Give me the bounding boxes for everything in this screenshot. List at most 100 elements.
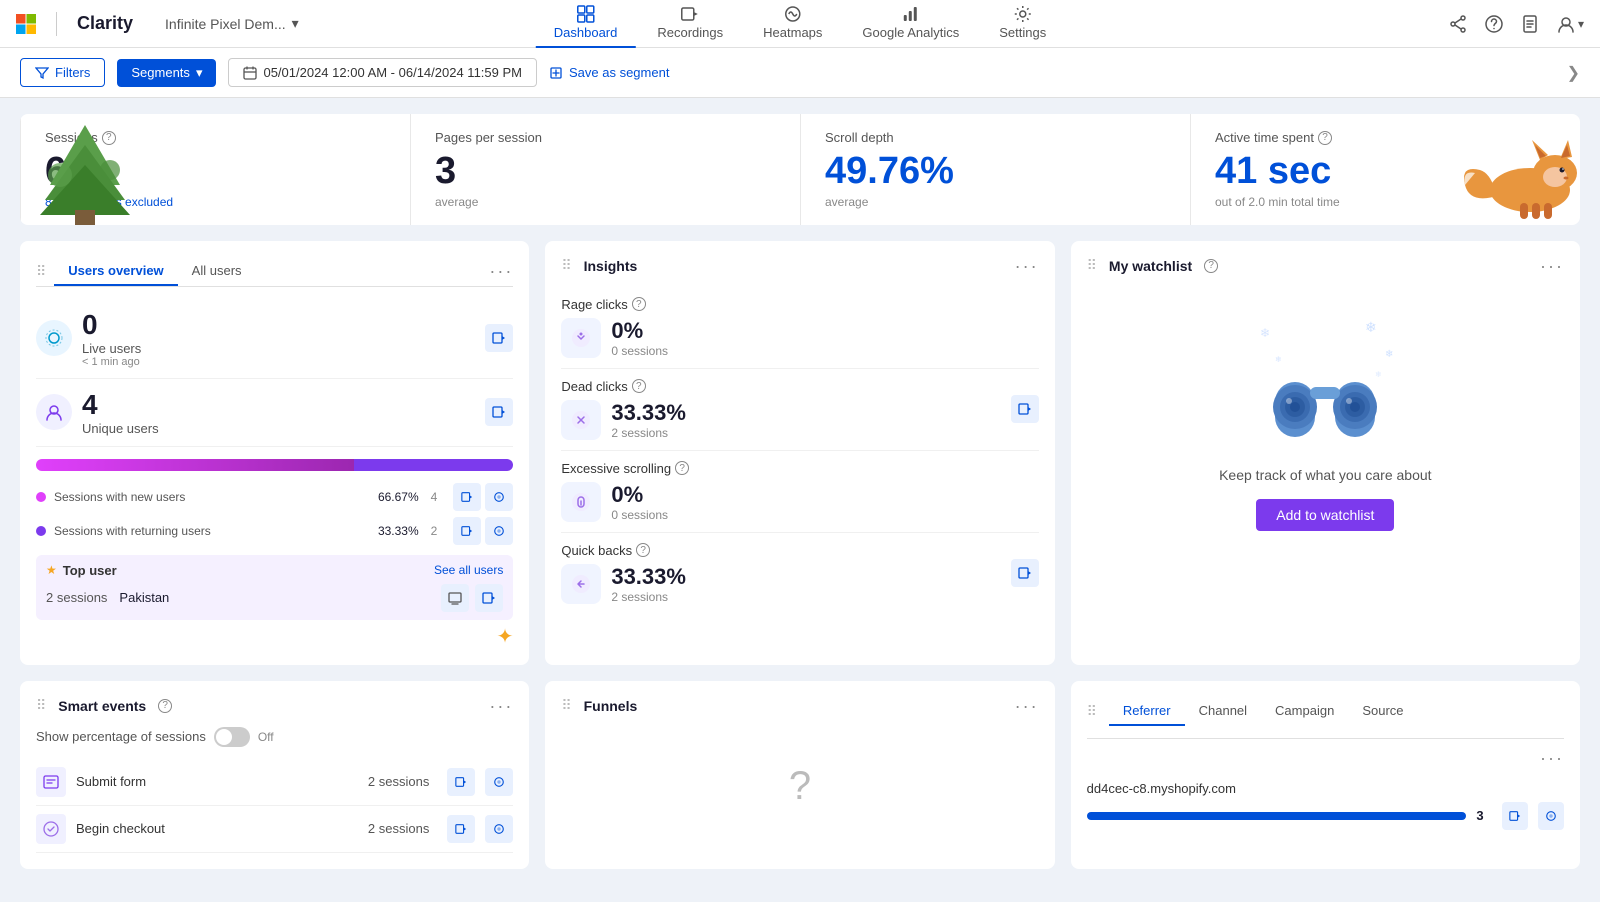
segments-button[interactable]: Segments ▾ <box>117 59 216 87</box>
expand-icon[interactable]: ❯ <box>1567 65 1580 82</box>
nav-google-analytics[interactable]: Google Analytics <box>844 0 977 48</box>
legend-returning-label: Sessions with returning users <box>54 524 211 538</box>
rage-clicks-info[interactable]: ? <box>632 297 646 311</box>
nav-dashboard[interactable]: Dashboard <box>536 0 636 48</box>
insights-drag-handle: ⠿ <box>561 257 571 274</box>
nav-settings-label: Settings <box>999 25 1046 40</box>
tab-all-users[interactable]: All users <box>178 257 256 286</box>
live-users-icon <box>36 320 72 356</box>
quick-backs-info[interactable]: ? <box>636 543 650 557</box>
watchlist-menu[interactable]: ··· <box>1540 257 1564 275</box>
scroll-depth-card: Scroll depth 49.76% average <box>800 114 1190 225</box>
funnels-title: Funnels <box>584 698 638 714</box>
stats-row: Sessions ? 6 8 bot sessions excluded Pag… <box>20 114 1580 225</box>
share-icon[interactable] <box>1448 14 1468 34</box>
live-users-label: Live users <box>82 341 141 356</box>
referrer-heatmap-btn[interactable] <box>1538 802 1564 830</box>
nav-recordings-label: Recordings <box>657 25 723 40</box>
dead-clicks-recording-btn[interactable] <box>1011 395 1039 423</box>
progress-returning <box>354 459 513 471</box>
referrer-domain: dd4cec-c8.myshopify.com <box>1087 781 1564 796</box>
dead-clicks-info[interactable]: ? <box>632 379 646 393</box>
referrer-bar <box>1087 812 1467 820</box>
add-to-watchlist-button[interactable]: Add to watchlist <box>1256 499 1394 531</box>
insights-menu[interactable]: ··· <box>1015 257 1039 275</box>
submit-form-heatmap-btn[interactable] <box>485 768 513 796</box>
unique-users-recording-btn[interactable] <box>485 398 513 426</box>
insights-title: Insights <box>584 258 638 274</box>
top-user-section: ★ Top user See all users 2 sessions Paki… <box>36 555 513 620</box>
help-icon[interactable] <box>1484 14 1504 34</box>
main-grid: ⠿ Users overview All users ··· 0 Live us… <box>20 241 1580 665</box>
legend-new-percent: 66.67% <box>378 490 419 504</box>
dead-clicks-label: Dead clicks <box>561 379 627 394</box>
document-icon[interactable] <box>1520 14 1540 34</box>
quick-backs-recording-btn[interactable] <box>1011 559 1039 587</box>
returning-users-recording-btn[interactable] <box>453 517 481 545</box>
microsoft-logo <box>16 14 36 34</box>
save-segment-label: Save as segment <box>569 65 669 80</box>
filters-button[interactable]: Filters <box>20 58 105 87</box>
watchlist-info[interactable]: ? <box>1204 259 1218 273</box>
recordings-icon <box>681 5 699 23</box>
referrer-item-row: dd4cec-c8.myshopify.com 3 <box>1087 773 1564 838</box>
tab-users-overview[interactable]: Users overview <box>54 257 177 286</box>
submit-form-sessions: 2 sessions <box>368 774 429 789</box>
nav-settings[interactable]: Settings <box>981 0 1064 48</box>
toggle-switch[interactable] <box>214 727 250 747</box>
excessive-scrolling-label: Excessive scrolling <box>561 461 671 476</box>
excessive-scrolling-info[interactable]: ? <box>675 461 689 475</box>
new-users-heatmap-btn[interactable] <box>485 483 513 511</box>
date-range-button[interactable]: 05/01/2024 12:00 AM - 06/14/2024 11:59 P… <box>228 58 537 87</box>
user-account-icon[interactable]: ▾ <box>1556 14 1584 34</box>
smart-events-info[interactable]: ? <box>158 699 172 713</box>
nav-heatmaps[interactable]: Heatmaps <box>745 0 840 48</box>
users-overview-menu[interactable]: ··· <box>489 262 513 280</box>
legend-returning-count: 2 <box>431 524 438 538</box>
smart-events-card: ⠿ Smart events ? ··· Show percentage of … <box>20 681 529 869</box>
save-segment-button[interactable]: Save as segment <box>549 65 669 80</box>
smart-events-drag-handle: ⠿ <box>36 697 46 714</box>
nav-recordings[interactable]: Recordings <box>639 0 741 48</box>
nav-right-icons: ▾ <box>1448 14 1584 34</box>
watchlist-card: ⠿ My watchlist ? ··· ❄ ❄ ❄ ❄ ❄ <box>1071 241 1580 665</box>
referrer-item-menu[interactable]: ··· <box>1540 748 1564 768</box>
unique-users-row: 4 Unique users <box>36 379 513 447</box>
tab-channel[interactable]: Channel <box>1185 697 1261 726</box>
pages-sub: average <box>435 195 776 209</box>
project-selector[interactable]: Infinite Pixel Dem... ▾ <box>165 15 299 32</box>
quick-backs-percent: 33.33% <box>611 564 686 590</box>
unique-users-label: Unique users <box>82 421 159 436</box>
nav-heatmaps-label: Heatmaps <box>763 25 822 40</box>
begin-checkout-recording-btn[interactable] <box>447 815 475 843</box>
tab-referrer[interactable]: Referrer <box>1109 697 1185 726</box>
users-progress-bar <box>36 459 513 471</box>
tab-campaign[interactable]: Campaign <box>1261 697 1348 726</box>
smart-events-menu[interactable]: ··· <box>489 697 513 715</box>
scroll-sub: average <box>825 195 1166 209</box>
rage-clicks-percent: 0% <box>611 318 668 344</box>
submit-form-recording-btn[interactable] <box>447 768 475 796</box>
referrer-recording-btn[interactable] <box>1502 802 1528 830</box>
live-users-value: 0 <box>82 309 141 341</box>
see-all-users-link[interactable]: See all users <box>434 563 503 577</box>
svg-text:❄: ❄ <box>1275 355 1282 364</box>
live-users-recording-btn[interactable] <box>485 324 513 352</box>
funnels-menu[interactable]: ··· <box>1015 697 1039 715</box>
pages-value: 3 <box>435 151 776 193</box>
begin-checkout-heatmap-btn[interactable] <box>485 815 513 843</box>
heatmaps-icon <box>784 5 802 23</box>
new-users-recording-btn[interactable] <box>453 483 481 511</box>
active-time-info-icon[interactable]: ? <box>1318 131 1332 145</box>
begin-checkout-name: Begin checkout <box>76 821 358 836</box>
returning-users-heatmap-btn[interactable] <box>485 517 513 545</box>
legend-returning-users: Sessions with returning users 33.33% 2 <box>36 517 513 545</box>
active-time-label: Active time spent <box>1215 130 1314 145</box>
tab-source[interactable]: Source <box>1348 697 1417 726</box>
active-time-card: Active time spent ? 41 sec out of 2.0 mi… <box>1190 114 1580 225</box>
top-user-actions-btn[interactable] <box>475 584 503 612</box>
star-icon: ★ <box>46 563 57 577</box>
dashboard-icon <box>577 5 595 23</box>
smart-events-toggle-row: Show percentage of sessions Off <box>36 727 513 747</box>
top-user-data: 2 sessions Pakistan <box>46 584 503 612</box>
